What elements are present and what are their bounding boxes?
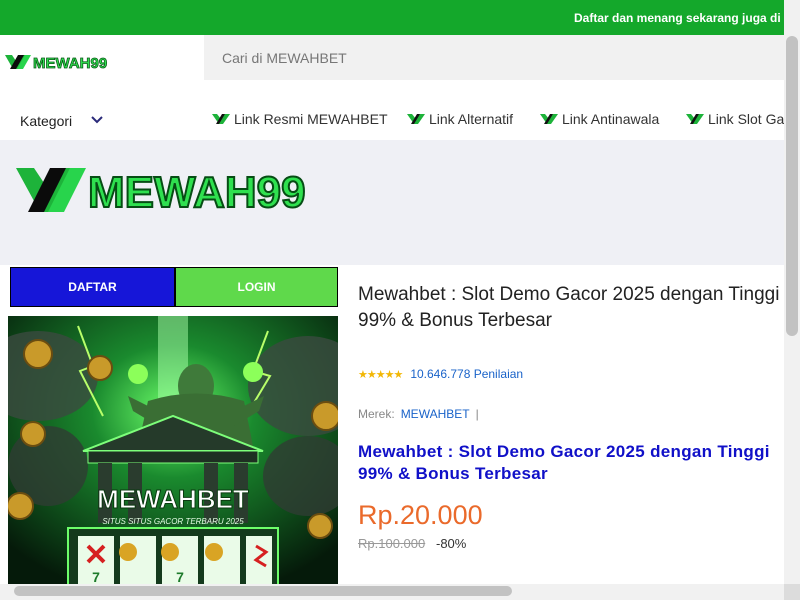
nav-link-label: Link Antinawala xyxy=(562,111,660,127)
product-title: Mewahbet : Slot Demo Gacor 2025 dengan T… xyxy=(358,284,780,331)
nav-link-resmi[interactable]: Link Resmi MEWAHBET xyxy=(212,111,388,127)
daftar-button[interactable]: DAFTAR xyxy=(10,267,175,307)
hero-title: MEWAHBET xyxy=(97,484,249,514)
product-subtitle: Mewahbet : Slot Demo Gacor 2025 dengan T… xyxy=(358,442,770,483)
rating-row: ★★★★★ 10.646.778 Penilaian xyxy=(358,367,523,381)
nav-link-antinawala[interactable]: Link Antinawala xyxy=(540,111,659,127)
search-input[interactable]: Cari di MEWAHBET xyxy=(204,35,784,80)
marquee-text: Daftar dan menang sekarang juga di xyxy=(574,11,781,25)
original-price: Rp.100.000 xyxy=(358,536,426,551)
search-placeholder: Cari di MEWAHBET xyxy=(222,50,347,66)
svg-text:7: 7 xyxy=(92,569,100,585)
mewah-logo-icon: MEWAH99 xyxy=(5,55,108,72)
discount-badge: -80% xyxy=(436,536,467,551)
chevron-down-icon xyxy=(91,116,103,124)
brand-row: Merek: MEWAHBET | xyxy=(358,407,479,421)
slot-reel xyxy=(204,536,240,588)
hero-subtitle: SITUS SITUS GACOR TERBARU 2025 xyxy=(102,517,244,526)
login-button-label: LOGIN xyxy=(237,280,276,294)
brand-label: Merek: xyxy=(358,407,395,421)
daftar-button-label: DAFTAR xyxy=(68,280,117,294)
mewah-logo-mini-icon xyxy=(407,114,425,124)
kategori-label: Kategori xyxy=(20,113,73,129)
brand-link[interactable]: MEWAHBET xyxy=(401,407,470,421)
login-button[interactable]: LOGIN xyxy=(175,267,338,307)
promo-artwork: MEWAHBET SITUS SITUS GACOR TERBARU 2025 … xyxy=(8,316,338,588)
star-rating-icon: ★★★★★ xyxy=(358,368,403,381)
nav-link-label: Link Alternatif xyxy=(429,111,514,127)
mewah-logo-mini-icon xyxy=(540,114,558,124)
mewah-logo-mini-icon xyxy=(686,114,704,124)
hero-image: MEWAHBET SITUS SITUS GACOR TERBARU 2025 … xyxy=(8,316,338,588)
rating-count[interactable]: 10.646.778 Penilaian xyxy=(410,367,523,381)
nav-link-alternatif[interactable]: Link Alternatif xyxy=(407,111,513,127)
kategori-dropdown[interactable]: Kategori xyxy=(20,113,104,129)
mewah-logo-icon: MEWAH99 xyxy=(16,167,307,218)
nav-link-label: Link Resmi MEWAHBET xyxy=(234,111,388,127)
scrollbar-corner xyxy=(784,584,800,600)
svg-text:7: 7 xyxy=(176,569,184,585)
mewah-logo-mini-icon xyxy=(212,114,230,124)
nav-link-slot[interactable]: Link Slot Ga xyxy=(686,111,784,127)
header-logo[interactable]: MEWAH99 xyxy=(4,52,128,77)
banner-logo: MEWAH99 xyxy=(14,164,336,221)
top-marquee-bar: Daftar dan menang sekarang juga di xyxy=(0,0,784,35)
brand-separator: | xyxy=(475,407,479,421)
horizontal-scroll-thumb[interactable] xyxy=(14,586,512,596)
nav-link-label: Link Slot Ga xyxy=(708,111,785,127)
nav-bar xyxy=(0,99,784,139)
product-price: Rp.20.000 xyxy=(358,500,483,530)
banner-logo-text: MEWAH99 xyxy=(88,168,306,216)
vertical-scroll-thumb[interactable] xyxy=(786,36,798,336)
header-logo-text: MEWAH99 xyxy=(33,55,107,72)
